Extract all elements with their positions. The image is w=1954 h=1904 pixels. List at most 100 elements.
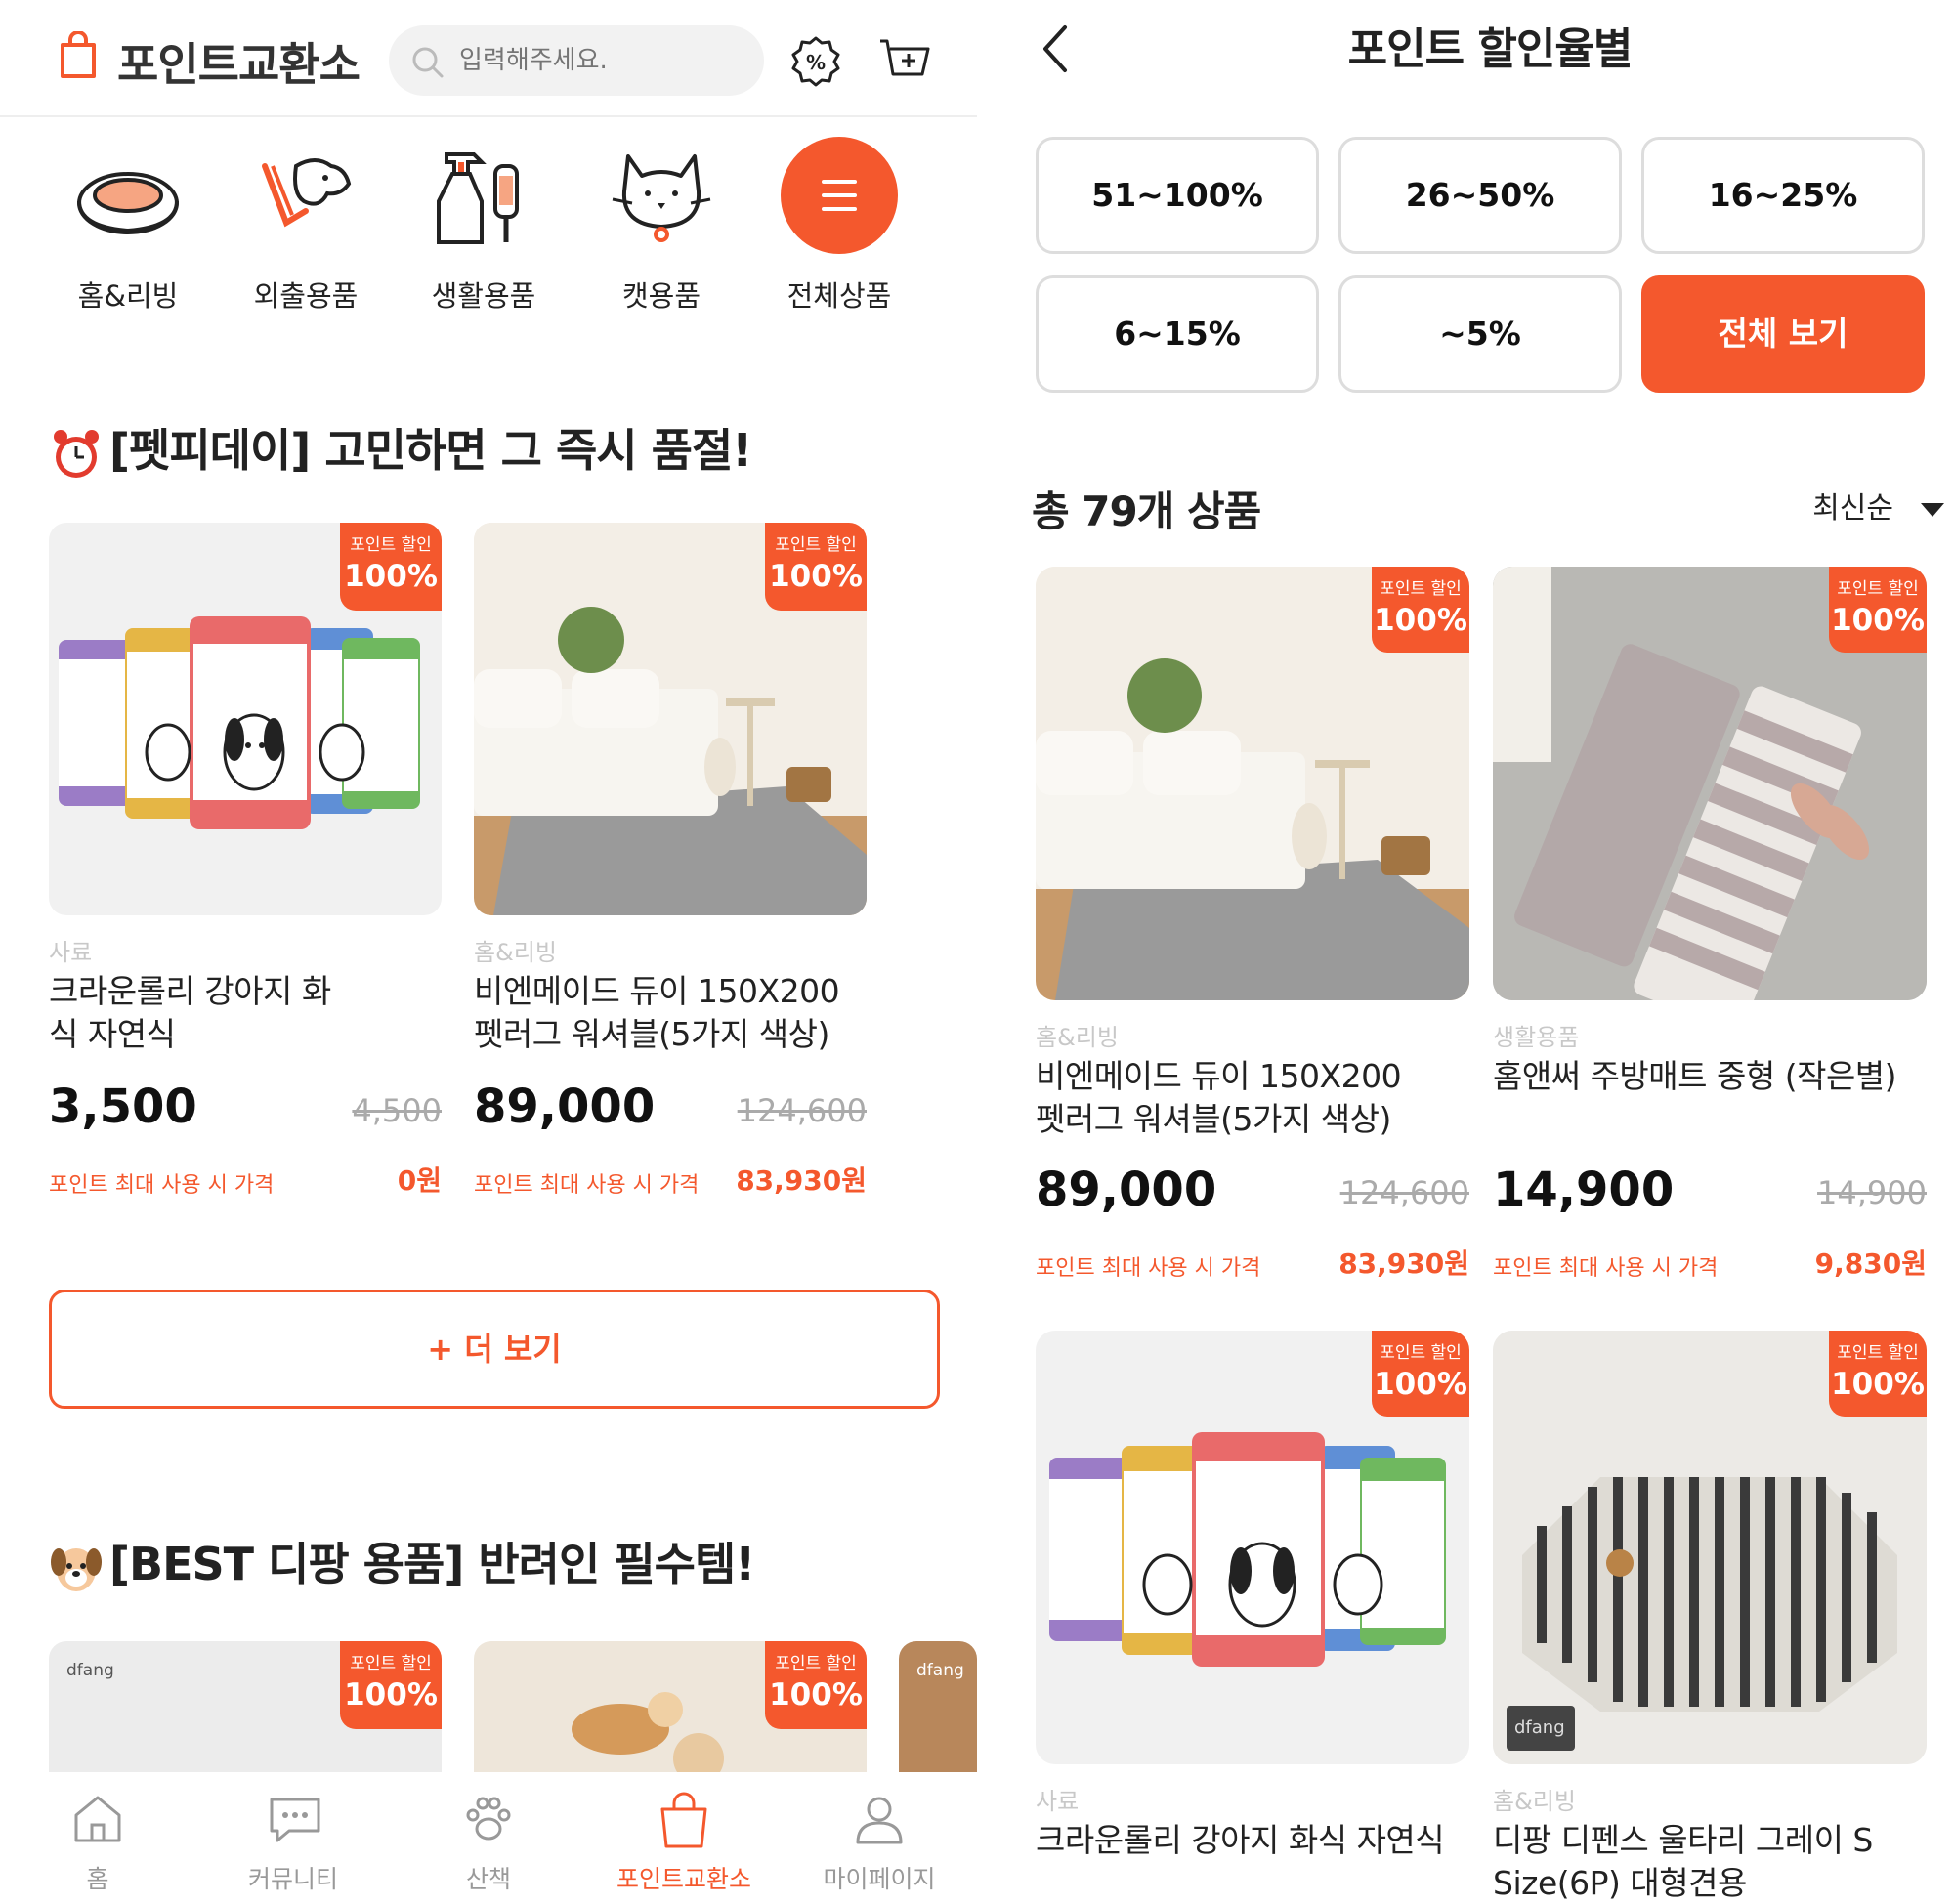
point-price: 83,930원 (1338, 1248, 1469, 1280)
category-label: 전체상품 (786, 279, 892, 313)
point-discount-tag: 포인트 할인 100% (765, 523, 867, 611)
tab-point-shop[interactable]: 포인트교환소 (586, 1772, 782, 1904)
product-card[interactable]: dfang 포인트 할인 100% (49, 1641, 442, 1778)
pet-bed-icon (77, 172, 179, 234)
point-price: 9,830원 (1814, 1248, 1927, 1280)
tab-home[interactable]: 홈 (0, 1772, 195, 1904)
point-discount-tag: 포인트 할인 100% (765, 1641, 867, 1729)
product-name: 디팡 디펜스 울타리 그레이 S Size(6P) 대형견용 (1493, 1821, 1873, 1902)
page-title: 포인트 할인율별 (1347, 24, 1634, 74)
brand-logo: dfang (916, 1661, 964, 1680)
product-name: 크라운롤리 강아지 화식 자연식 (49, 972, 331, 1053)
point-discount-tag: 포인트 할인 100% (1372, 1331, 1469, 1417)
product-image: 포인트 할인 100% (1036, 1331, 1469, 1764)
tab-community[interactable]: 커뮤니티 (195, 1772, 391, 1904)
user-icon (856, 1797, 903, 1844)
section-title-text: [BEST 디팡 용품] 반려인 필수템! (109, 1538, 755, 1590)
product-category: 홈&리빙 (1493, 1788, 1576, 1815)
category-cat[interactable]: 캣용품 (573, 127, 750, 322)
search-icon (412, 47, 444, 78)
product-image: 포인트 할인 100% (474, 523, 867, 915)
sort-label: 최신순 (1812, 491, 1893, 526)
product-price: 14,900 (1493, 1163, 1675, 1217)
filter-5[interactable]: ~5% (1338, 275, 1622, 393)
point-price-label: 포인트 최대 사용 시 가격 (1036, 1256, 1261, 1281)
category-label: 홈&리빙 (77, 279, 179, 313)
category-label: 생활용품 (431, 279, 536, 313)
category-label: 캣용품 (621, 279, 701, 313)
category-outdoor[interactable]: 외출용품 (217, 127, 395, 322)
filter-26-50[interactable]: 26~50% (1338, 137, 1622, 254)
shopping-bag-icon (61, 31, 96, 78)
product-category: 홈&리빙 (474, 939, 557, 966)
menu-icon (781, 137, 898, 254)
point-price-label: 포인트 최대 사용 시 가격 (49, 1173, 275, 1198)
product-name: 홈앤써 주방매트 중형 (작은별) (1493, 1057, 1897, 1095)
caret-down-icon (1921, 502, 1944, 517)
product-price: 89,000 (1036, 1163, 1217, 1217)
brand-logo: dfang (1514, 1717, 1565, 1738)
product-card[interactable]: 포인트 할인 100% (474, 1641, 867, 1778)
chat-icon (270, 1798, 320, 1842)
spray-bottle-icon (437, 152, 519, 244)
header: 포인트교환소 % (0, 0, 977, 117)
filter-6-15[interactable]: 6~15% (1036, 275, 1319, 393)
category-daily[interactable]: 생활용품 (395, 127, 573, 322)
cat-face-icon (612, 154, 711, 242)
home-icon (74, 1796, 121, 1842)
filter-16-25[interactable]: 16~25% (1641, 137, 1925, 254)
category-label: 외출용품 (253, 279, 359, 313)
point-discount-tag: 포인트 할인 100% (1829, 567, 1927, 653)
product-name: 비엔메이드 듀이 150X200 펫러그 워셔블(5가지 색상) (1036, 1057, 1402, 1138)
product-price: 89,000 (474, 1079, 656, 1134)
page-title: 포인트교환소 (117, 38, 361, 91)
original-price: 124,600 (737, 1092, 867, 1129)
product-category: 홈&리빙 (1036, 1024, 1119, 1051)
search-bar[interactable] (389, 25, 764, 96)
product-category: 사료 (49, 939, 93, 966)
filter-51-100[interactable]: 51~100% (1036, 137, 1319, 254)
filter-all[interactable]: 전체 보기 (1641, 275, 1925, 393)
cart-plus-icon[interactable] (877, 35, 932, 88)
dog-face-icon (51, 1547, 102, 1591)
category-menu: 홈&리빙 외출용품 생활용품 캣용품 전체상품 (39, 127, 957, 322)
point-discount-tag: 포인트 할인 100% (340, 1641, 442, 1729)
point-shop-screen: 포인트교환소 % 홈&리빙 (0, 0, 977, 1904)
product-image: 포인트 할인 100% (1036, 567, 1469, 1000)
discount-rate-screen: 포인트 할인율별 51~100% 26~50% 16~25% 6~15% ~5%… (1026, 0, 1954, 1904)
section-title: [BEST 디팡 용품] 반려인 필수템! (49, 1529, 755, 1595)
point-discount-tag: 포인트 할인 100% (1372, 567, 1469, 653)
product-image: 포인트 할인 100% (1493, 567, 1927, 1000)
svg-text:%: % (806, 51, 826, 74)
product-name: 비엔메이드 듀이 150X200 펫러그 워셔블(5가지 색상) (474, 972, 840, 1053)
original-price: 124,600 (1339, 1174, 1469, 1211)
product-card[interactable]: dfang (899, 1641, 977, 1778)
more-button[interactable]: + 더 보기 (49, 1290, 940, 1409)
category-home-living[interactable]: 홈&리빙 (39, 127, 217, 322)
point-price-label: 포인트 최대 사용 시 가격 (474, 1173, 700, 1198)
bottom-tab-bar: 홈 커뮤니티 산책 포인트교환소 마이페이지 (0, 1772, 977, 1904)
category-all[interactable]: 전체상품 (750, 127, 928, 322)
paw-icon (466, 1797, 511, 1841)
product-category: 생활용품 (1493, 1024, 1580, 1051)
alarm-clock-icon (54, 429, 99, 478)
product-category: 사료 (1036, 1788, 1080, 1815)
section-title-text: [펫피데이] 고민하면 그 즉시 품절! (109, 424, 752, 477)
point-price: 83,930원 (736, 1164, 867, 1197)
search-input[interactable] (459, 25, 743, 96)
product-price: 3,500 (49, 1079, 197, 1134)
point-price-label: 포인트 최대 사용 시 가격 (1493, 1256, 1719, 1281)
discount-badge-icon[interactable]: % (789, 35, 842, 88)
shopping-bag-icon (660, 1792, 707, 1848)
original-price: 4,500 (352, 1092, 442, 1129)
product-image: 포인트 할인 100% (49, 523, 442, 915)
dog-harness-icon (262, 158, 352, 228)
point-discount-tag: 포인트 할인 100% (340, 523, 442, 611)
sort-dropdown[interactable]: 최신순 (1812, 484, 1944, 527)
product-count: 총 79개 상품 (1032, 487, 1261, 535)
brand-logo: dfang (66, 1661, 114, 1680)
product-name: 크라운롤리 강아지 화식 자연식 (1036, 1821, 1445, 1859)
product-image: dfang 포인트 할인 100% (1493, 1331, 1927, 1764)
tab-walk[interactable]: 산책 (391, 1772, 586, 1904)
tab-mypage[interactable]: 마이페이지 (782, 1772, 977, 1904)
